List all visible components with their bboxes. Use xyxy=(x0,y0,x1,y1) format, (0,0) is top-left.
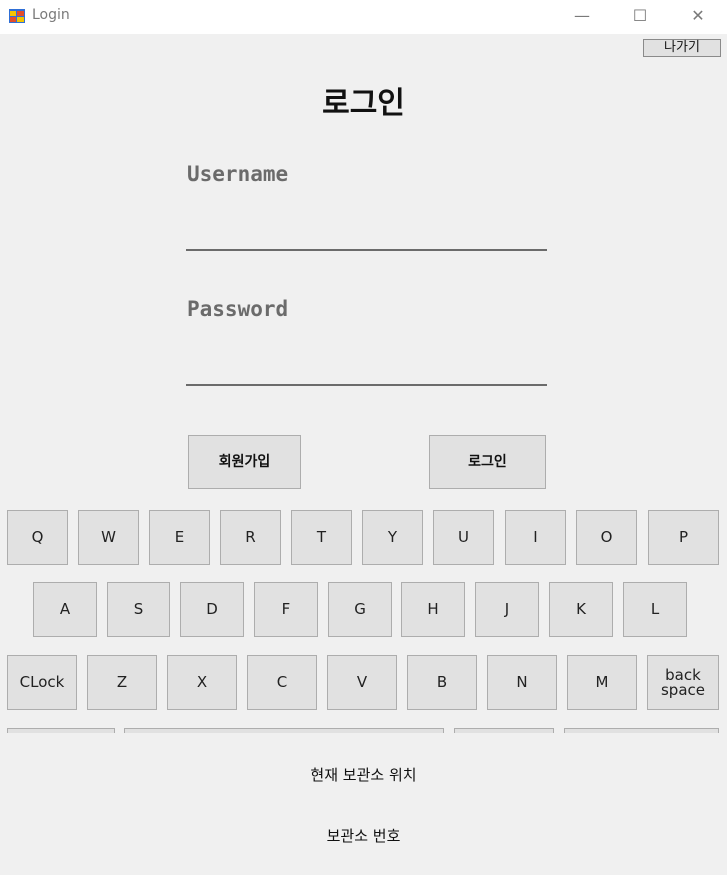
key-a[interactable]: A xyxy=(33,582,97,637)
page-title: 로그인 xyxy=(322,86,405,121)
key-y[interactable]: Y xyxy=(362,510,423,565)
key-b[interactable]: B xyxy=(407,655,477,710)
key-h[interactable]: H xyxy=(401,582,465,637)
minimize-button[interactable]: — xyxy=(553,0,611,34)
signup-button[interactable]: 회원가입 xyxy=(188,435,301,489)
info-panel xyxy=(0,733,727,875)
exit-button[interactable]: 나가기 xyxy=(643,39,721,57)
key-backspace[interactable]: back space xyxy=(647,655,719,710)
maximize-icon: ☐ xyxy=(632,6,648,25)
key-k[interactable]: K xyxy=(549,582,613,637)
window-title: Login xyxy=(32,7,70,23)
key-s[interactable]: S xyxy=(107,582,170,637)
key-n[interactable]: N xyxy=(487,655,557,710)
minimize-icon: — xyxy=(574,6,590,25)
key-t[interactable]: T xyxy=(291,510,352,565)
window-titlebar: Login — ☐ ✕ xyxy=(0,0,727,34)
current-location-label: 현재 보관소 위치 xyxy=(310,766,417,784)
login-button[interactable]: 로그인 xyxy=(429,435,546,489)
key-z[interactable]: Z xyxy=(87,655,157,710)
key-u[interactable]: U xyxy=(433,510,494,565)
close-button[interactable]: ✕ xyxy=(669,0,727,34)
key-r[interactable]: R xyxy=(220,510,281,565)
key-g[interactable]: G xyxy=(328,582,392,637)
key-q[interactable]: Q xyxy=(7,510,68,565)
key-l[interactable]: L xyxy=(623,582,687,637)
close-icon: ✕ xyxy=(691,6,705,25)
key-j[interactable]: J xyxy=(475,582,539,637)
key-d[interactable]: D xyxy=(180,582,244,637)
username-field[interactable] xyxy=(186,219,547,251)
key-p[interactable]: P xyxy=(648,510,719,565)
key-f[interactable]: F xyxy=(254,582,318,637)
maximize-button[interactable]: ☐ xyxy=(611,0,669,34)
key-x[interactable]: X xyxy=(167,655,237,710)
username-label: Username xyxy=(187,162,289,186)
key-m[interactable]: M xyxy=(567,655,637,710)
key-c[interactable]: C xyxy=(247,655,317,710)
key-e[interactable]: E xyxy=(149,510,210,565)
key-w[interactable]: W xyxy=(78,510,139,565)
key-caps-lock[interactable]: CLock xyxy=(7,655,77,710)
key-v[interactable]: V xyxy=(327,655,397,710)
key-o[interactable]: O xyxy=(576,510,637,565)
locker-number-label: 보관소 번호 xyxy=(326,827,401,845)
key-i[interactable]: I xyxy=(505,510,566,565)
app-icon xyxy=(9,9,25,23)
password-field[interactable] xyxy=(186,354,547,386)
password-label: Password xyxy=(187,297,289,321)
